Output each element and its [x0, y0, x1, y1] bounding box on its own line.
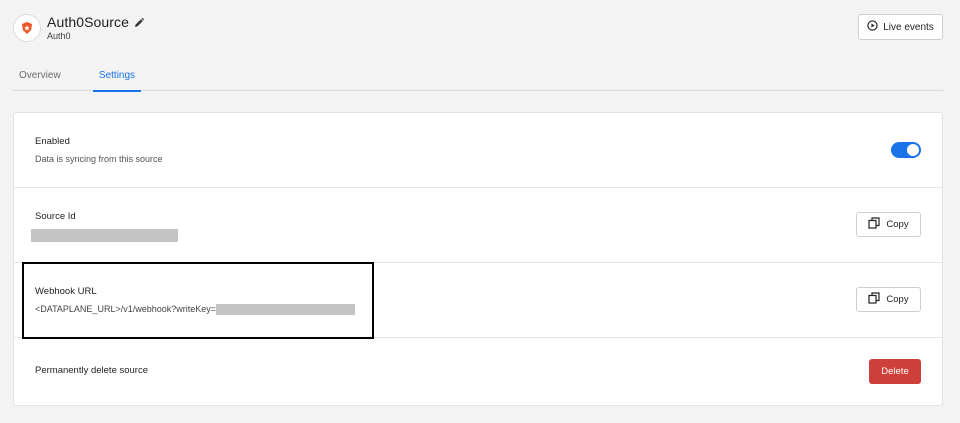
source-id-label: Source Id [35, 211, 76, 222]
delete-label: Permanently delete source [35, 365, 149, 376]
page-subtitle: Auth0 [47, 31, 71, 41]
enabled-row: Enabled Data is syncing from this source [14, 113, 942, 188]
page-header: Auth0Source Auth0 Live events [13, 12, 943, 44]
source-id-value [31, 227, 178, 245]
enabled-description: Data is syncing from this source [35, 154, 163, 164]
settings-card: Enabled Data is syncing from this source… [13, 112, 943, 406]
webhook-url-prefix: <DATAPLANE_URL>/v1/webhook?writeKey= [35, 304, 217, 314]
tab-settings[interactable]: Settings [93, 70, 141, 92]
toggle-knob [907, 144, 919, 156]
source-id-row: Source Id Copy [14, 188, 942, 263]
page-title: Auth0Source [47, 14, 130, 30]
copy-icon [868, 292, 881, 307]
copy-label: Copy [886, 294, 909, 305]
tab-bar: Overview Settings [13, 66, 943, 92]
pencil-icon[interactable] [133, 16, 145, 28]
webhook-label: Webhook URL [35, 286, 97, 297]
copy-webhook-url-button[interactable]: Copy [856, 287, 921, 312]
play-circle-icon [867, 20, 878, 34]
webhook-row: Webhook URL <DATAPLANE_URL>/v1/webhook?w… [14, 263, 942, 338]
redacted-write-key [216, 304, 356, 316]
live-events-label: Live events [883, 21, 934, 33]
copy-label: Copy [886, 219, 909, 230]
tab-overview[interactable]: Overview [19, 70, 61, 91]
copy-icon [868, 217, 881, 232]
redacted-value [31, 229, 178, 243]
auth0-logo-icon [13, 14, 41, 42]
enabled-toggle[interactable] [891, 142, 921, 158]
delete-row: Permanently delete source Delete [14, 338, 942, 406]
webhook-url: <DATAPLANE_URL>/v1/webhook?writeKey= [35, 304, 356, 316]
enabled-label: Enabled [35, 136, 70, 147]
delete-source-button[interactable]: Delete [869, 359, 921, 384]
copy-source-id-button[interactable]: Copy [856, 212, 921, 237]
live-events-button[interactable]: Live events [858, 14, 943, 40]
